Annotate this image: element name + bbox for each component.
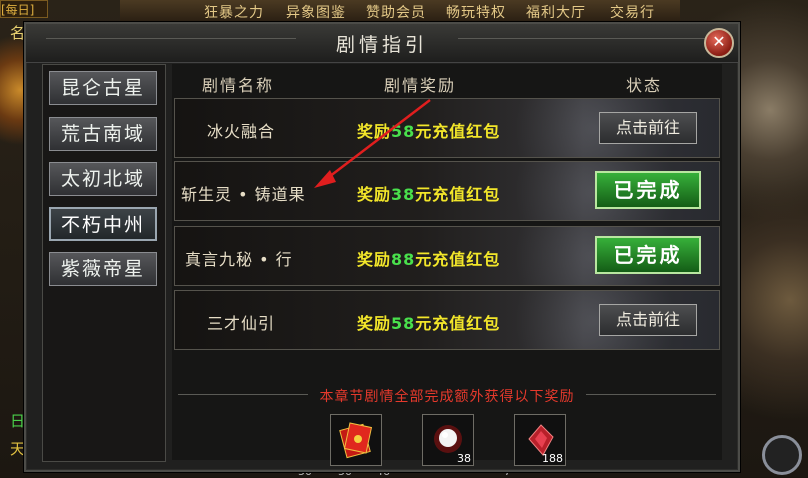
tab-taichu[interactable]: 太初北域	[49, 162, 157, 196]
item-count: 188	[542, 452, 563, 465]
dialog-title-bar: 剧情指引 ✕	[26, 24, 738, 63]
item-count: 38	[457, 452, 471, 465]
quest-name: 三才仙引	[207, 314, 276, 333]
dialog-title: 剧情指引	[335, 34, 428, 56]
completed-button[interactable]: 已完成	[595, 236, 701, 274]
bonus-item-slot[interactable]	[330, 414, 382, 466]
bonus-item-slot[interactable]: 38	[422, 414, 474, 466]
quest-list-panel: 剧情名称 剧情奖励 状态 冰火融合 奖励58元充值红包 点击前往 斩生灵 • 铸…	[172, 64, 722, 466]
quest-row: 三才仙引 奖励58元充值红包 点击前往	[174, 290, 720, 350]
go-button[interactable]: 点击前往	[599, 112, 697, 144]
side-glyph-2: 日	[10, 412, 26, 430]
minimap-ring-icon[interactable]	[762, 435, 802, 475]
quest-name: 斩生灵 • 铸道果	[181, 185, 306, 204]
top-menu-item[interactable]: 交易行	[610, 2, 655, 22]
column-header-name: 剧情名称	[202, 76, 275, 95]
tab-kunlun[interactable]: 昆仑古星	[49, 71, 157, 105]
quest-reward: 奖励58元充值红包	[357, 314, 501, 333]
top-menu-item[interactable]: 赞助会员	[366, 2, 426, 22]
tab-ziwei[interactable]: 紫薇帝星	[49, 252, 157, 286]
completed-button[interactable]: 已完成	[595, 171, 701, 209]
quest-row: 斩生灵 • 铸道果 奖励38元充值红包 已完成	[174, 161, 720, 221]
close-icon[interactable]: ✕	[704, 28, 734, 58]
quest-row: 真言九秘 • 行 奖励88元充值红包 已完成	[174, 226, 720, 286]
daily-tag[interactable]: [每日]	[0, 0, 48, 18]
bonus-item-slot[interactable]: 188	[514, 414, 566, 466]
quest-row: 冰火融合 奖励58元充值红包 点击前往	[174, 98, 720, 158]
chapter-tabs: 昆仑古星 荒古南域 太初北域 不朽中州 紫薇帝星	[42, 64, 166, 462]
red-envelope-book-icon	[339, 422, 373, 459]
top-menu-item[interactable]: 异象图鉴	[286, 2, 346, 22]
column-header-status: 状态	[626, 76, 663, 95]
quest-name: 真言九秘 • 行	[185, 250, 293, 269]
top-menu-bar: 狂暴之力 异象图鉴 赞助会员 畅玩特权 福利大厅 交易行	[120, 0, 680, 22]
story-guide-dialog: 剧情指引 ✕ 昆仑古星 荒古南域 太初北域 不朽中州 紫薇帝星 剧情名称 剧情奖…	[24, 22, 740, 472]
column-header-reward: 剧情奖励	[384, 76, 457, 95]
quest-reward: 奖励38元充值红包	[357, 185, 501, 204]
quest-reward: 奖励88元充值红包	[357, 250, 501, 269]
tab-huanggu[interactable]: 荒古南域	[49, 117, 157, 151]
side-glyph-3: 天	[10, 440, 26, 458]
top-menu-item[interactable]: 狂暴之力	[204, 2, 264, 22]
tab-buxiu[interactable]: 不朽中州	[49, 207, 157, 241]
quest-name: 冰火融合	[207, 122, 276, 141]
top-menu-item[interactable]: 畅玩特权	[446, 2, 506, 22]
top-menu-item[interactable]: 福利大厅	[526, 2, 586, 22]
bonus-reward-label: 本章节剧情全部完成额外获得以下奖励	[319, 389, 575, 405]
side-glyph-1: 名	[10, 24, 26, 42]
quest-reward: 奖励58元充值红包	[357, 122, 501, 141]
go-button[interactable]: 点击前往	[599, 304, 697, 336]
